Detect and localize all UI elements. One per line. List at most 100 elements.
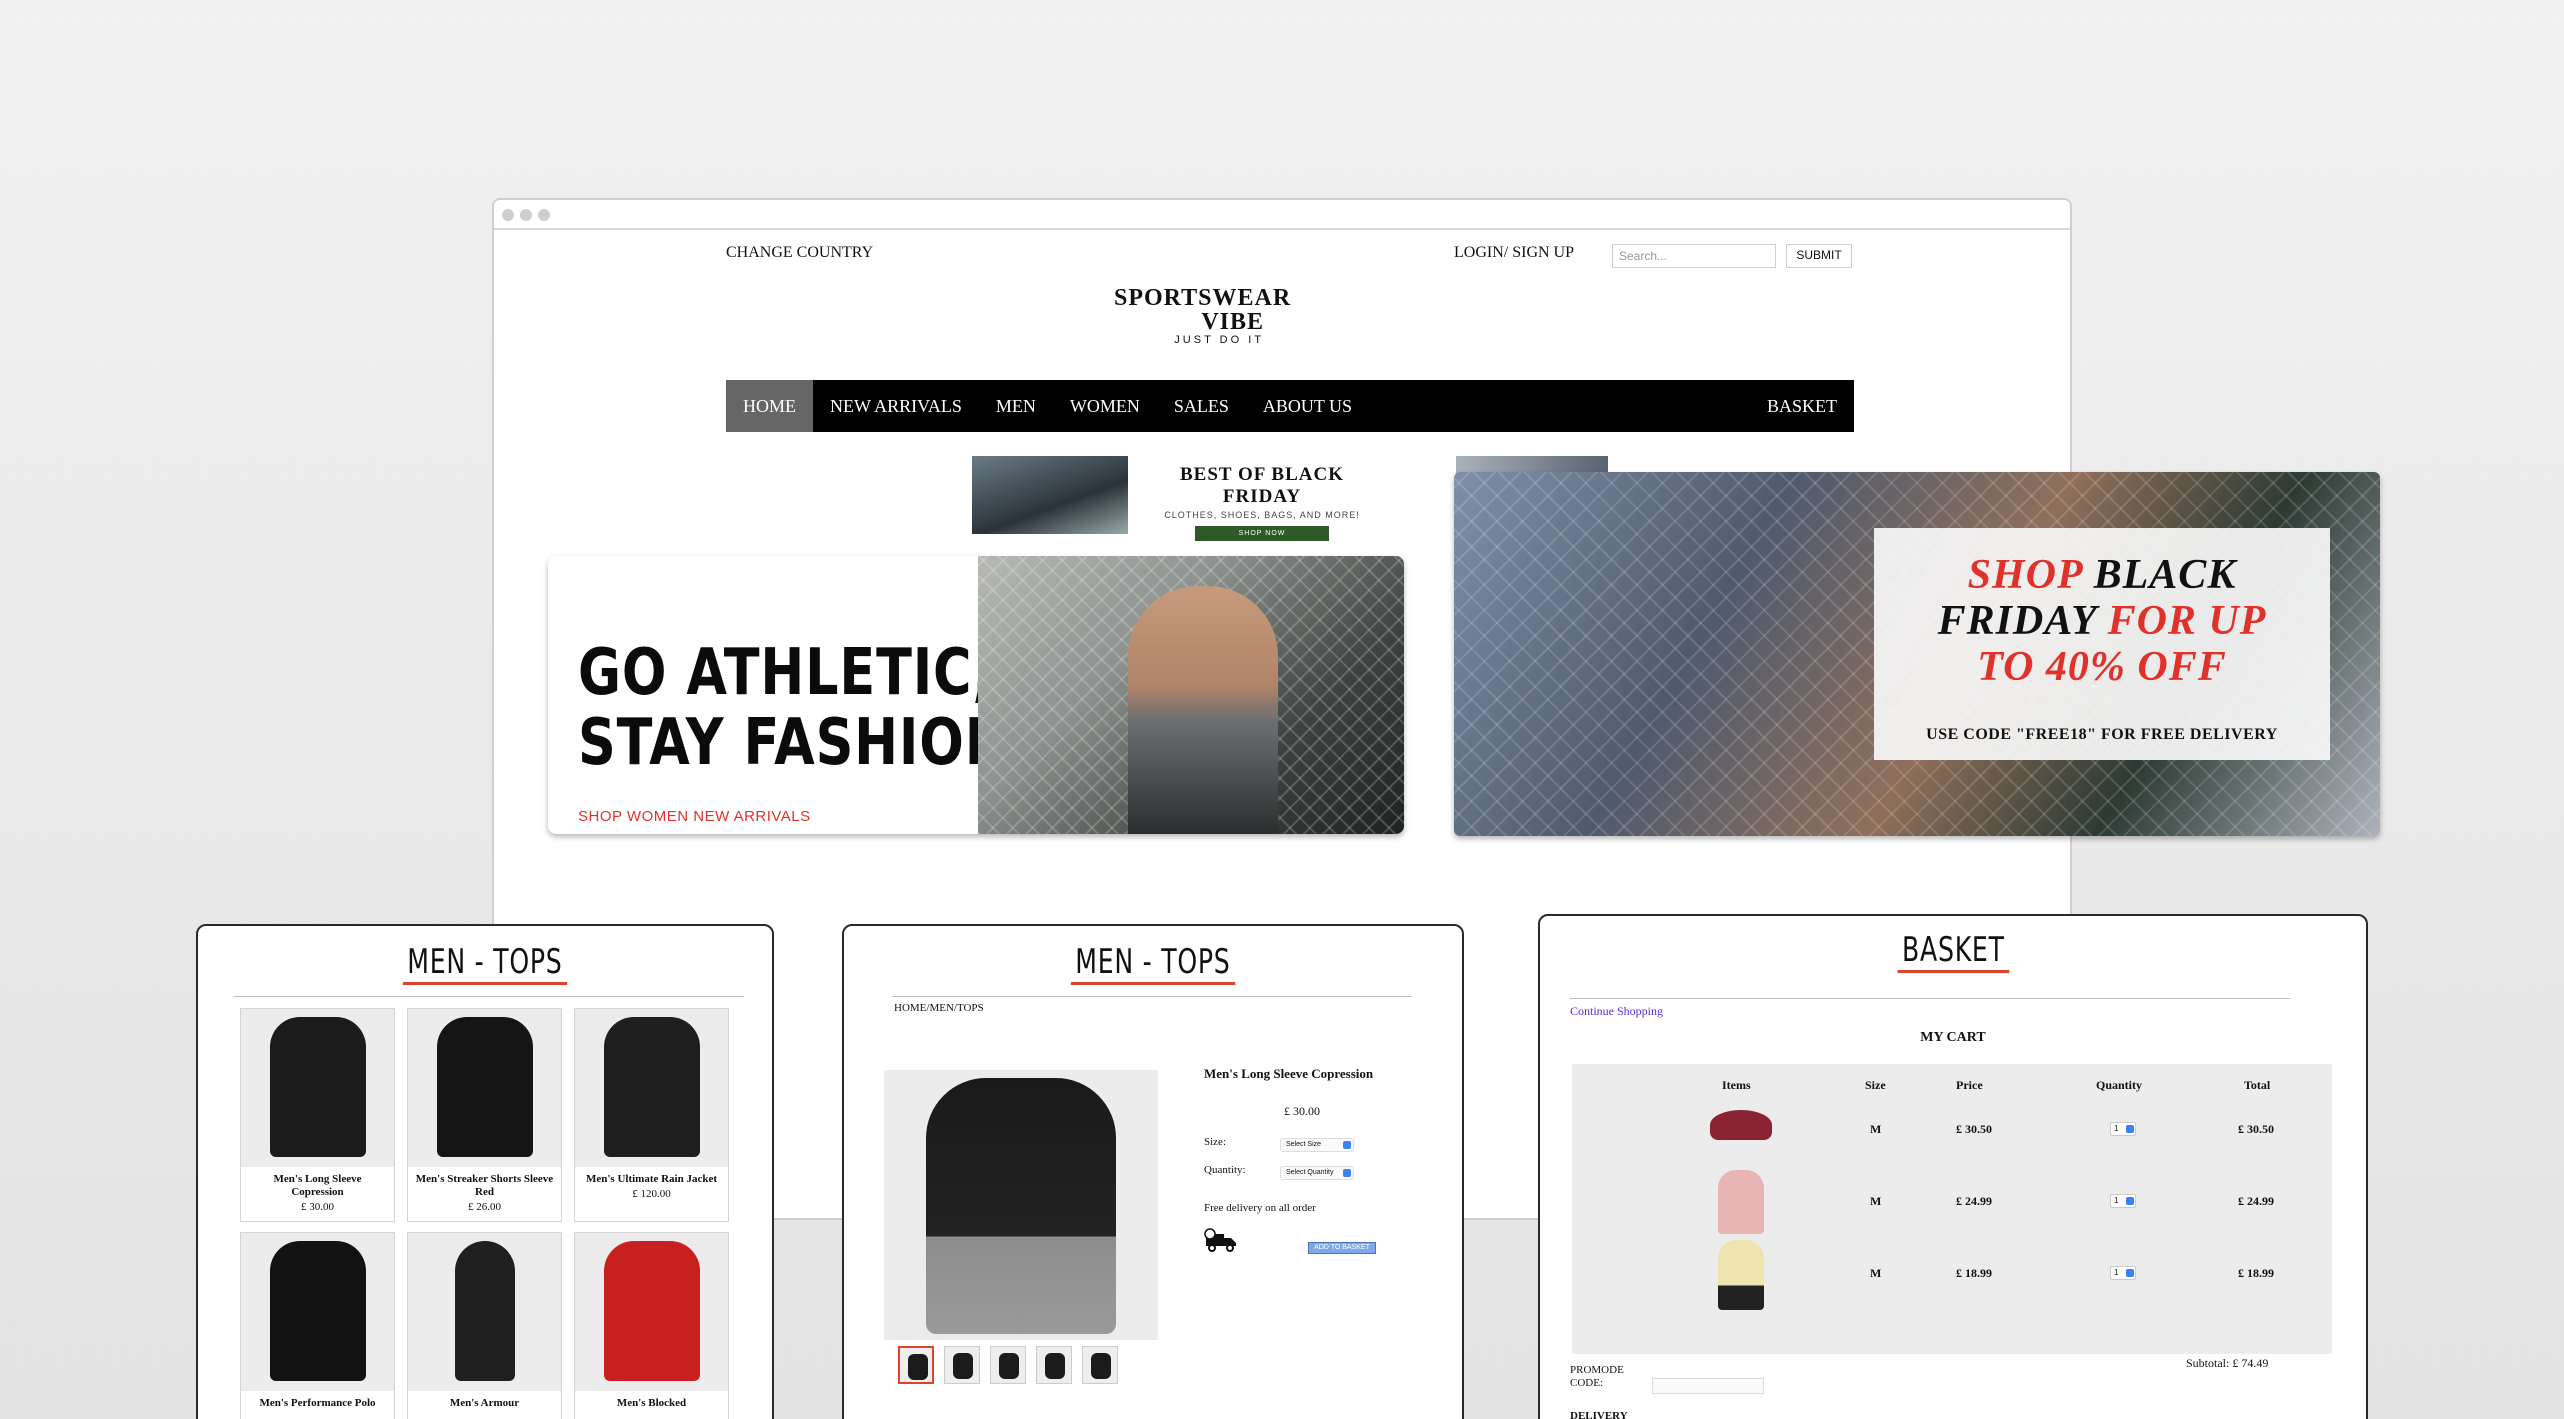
product-price: £ 30.00 (1284, 1104, 1320, 1118)
product-card[interactable]: Men's Performance Polo (240, 1232, 395, 1419)
shop-now-button[interactable]: SHOP NOW (1194, 526, 1330, 541)
athletic-headline-line2: STAY FASHION (578, 706, 1010, 780)
thumbnail[interactable] (1082, 1346, 1118, 1384)
thumbnail[interactable] (1036, 1346, 1072, 1384)
add-to-basket-button[interactable]: ADD TO BASKET (1308, 1242, 1376, 1254)
nav-home[interactable]: HOME (726, 380, 813, 432)
headline-word: FOR UP (2107, 598, 2267, 644)
sweater-icon (1718, 1240, 1764, 1310)
quantity-stepper[interactable]: 1 (2110, 1194, 2136, 1208)
product-price: £ 26.00 (468, 1201, 501, 1213)
nav-men[interactable]: MEN (979, 380, 1053, 432)
breadcrumb[interactable]: HOME/MEN/TOPS (894, 1002, 984, 1014)
continue-shopping-link[interactable]: Continue Shopping (1570, 1004, 1663, 1019)
quantity-select[interactable]: Select Quantity (1280, 1166, 1354, 1180)
row-total: £ 24.99 (2238, 1194, 2274, 1208)
submit-button[interactable]: SUBMIT (1786, 244, 1852, 268)
product-grid: Men's Long Sleeve Copression £ 30.00 Men… (240, 1008, 730, 1419)
search-input[interactable]: Search... (1612, 244, 1776, 268)
row-size: M (1870, 1194, 1882, 1208)
logo-tagline: JUST DO IT (1174, 334, 1264, 346)
window-minimize-dot[interactable] (520, 209, 532, 221)
shirt-icon (436, 1017, 533, 1157)
product-image (408, 1009, 561, 1167)
thumbnail-strip (898, 1346, 1118, 1384)
headline-word: FRIDAY (1937, 598, 2097, 644)
product-image (408, 1233, 561, 1391)
jacket-icon (603, 1241, 700, 1381)
chevron-down-icon (2126, 1269, 2134, 1277)
product-card[interactable]: Men's Ultimate Rain Jacket £ 120.00 (574, 1008, 729, 1222)
chevron-down-icon (2126, 1197, 2134, 1205)
nav-new-arrivals[interactable]: NEW ARRIVALS (813, 380, 979, 432)
thumbnail[interactable] (898, 1346, 934, 1384)
window-close-dot[interactable] (502, 209, 514, 221)
site-logo[interactable]: SPORTSWEAR VIBE JUST DO IT (1114, 285, 1292, 346)
black-friday-small-banner: BEST OF BLACK FRIDAY CLOTHES, SHOES, BAG… (1144, 464, 1380, 541)
quantity-select-value: Select Quantity (1286, 1169, 1334, 1176)
top-icon (1718, 1170, 1764, 1234)
athletic-headline-line1: GO ATHLETIC, (578, 636, 994, 710)
product-name: Men's Performance Polo (259, 1397, 376, 1409)
nav-about-us[interactable]: ABOUT US (1246, 380, 1369, 432)
basket-title-text: BASKET (1897, 930, 2009, 973)
promo-code-input[interactable] (1652, 1378, 1764, 1394)
divider (892, 996, 1412, 997)
small-banner-subtitle: CLOTHES, SHOES, BAGS, AND MORE! (1164, 510, 1360, 520)
product-card[interactable]: Men's Blocked (574, 1232, 729, 1419)
product-image (241, 1233, 394, 1391)
qty-value: 1 (2114, 1196, 2119, 1205)
quantity-stepper[interactable]: 1 (2110, 1122, 2136, 1136)
promo-label-line2: CODE: (1570, 1377, 1603, 1389)
product-image (575, 1009, 728, 1167)
delivery-truck-icon (1204, 1228, 1236, 1252)
black-friday-thumbnail-image[interactable] (972, 456, 1128, 534)
thumbnail[interactable] (944, 1346, 980, 1384)
row-price: £ 24.99 (1956, 1194, 1992, 1208)
promo-label-line1: PROMODE (1570, 1364, 1624, 1376)
size-select-value: Select Size (1286, 1141, 1322, 1148)
product-name: Men's Blocked (616, 1397, 687, 1409)
row-price: £ 30.50 (1956, 1122, 1992, 1136)
black-friday-banner[interactable]: SHOP BLACK FRIDAY FOR UP TO 40% OFF USE … (1454, 472, 2380, 836)
col-total: Total (2244, 1078, 2271, 1092)
nav-basket[interactable]: BASKET (1750, 380, 1854, 432)
size-label: Size: (1204, 1136, 1226, 1148)
product-name: Men's Long Sleeve Copression (1204, 1066, 1374, 1081)
shop-women-link[interactable]: SHOP WOMEN NEW ARRIVALS (578, 808, 811, 825)
free-delivery-text: Free delivery on all order (1204, 1202, 1316, 1214)
product-detail-panel: MEN - TOPS HOME/MEN/TOPS Men's Long Slee… (842, 924, 1464, 1419)
thumbnail[interactable] (990, 1346, 1026, 1384)
subtotal: Subtotal: £ 74.49 (2186, 1356, 2269, 1370)
qty-value: 1 (2114, 1268, 2119, 1277)
product-card[interactable]: Men's Armour (407, 1232, 562, 1419)
headline-word: TO 40% OFF (1977, 644, 2227, 690)
login-signup-link[interactable]: LOGIN/ SIGN UP (1454, 244, 1574, 262)
logo-line1: SPORTSWEAR (1114, 285, 1292, 311)
product-card[interactable]: Men's Streaker Shorts Sleeve Red £ 26.00 (407, 1008, 562, 1222)
product-panel-title: MEN - TOPS (844, 942, 1462, 985)
jacket-icon (603, 1017, 700, 1157)
size-select[interactable]: Select Size (1280, 1138, 1354, 1152)
nav-sales[interactable]: SALES (1157, 380, 1246, 432)
black-friday-headline: SHOP BLACK FRIDAY FOR UP TO 40% OFF (1874, 552, 2330, 690)
window-maximize-dot[interactable] (538, 209, 550, 221)
product-name: Men's Streaker Shorts Sleeve Red (415, 1173, 554, 1198)
col-price: Price (1956, 1078, 1983, 1092)
change-country-link[interactable]: CHANGE COUNTRY (726, 244, 873, 262)
window-titlebar (494, 200, 2070, 230)
athlete-figure (1128, 586, 1278, 834)
chevron-down-icon (1343, 1141, 1351, 1149)
quantity-stepper[interactable]: 1 (2110, 1266, 2136, 1280)
row-size: M (1870, 1266, 1882, 1280)
basket-panel: BASKET Continue Shopping MY CART Items S… (1538, 914, 2368, 1419)
nav-women[interactable]: WOMEN (1053, 380, 1157, 432)
listing-title: MEN - TOPS (198, 942, 772, 985)
athletic-banner[interactable]: GO ATHLETIC, STAY FASHION SHOP WOMEN NEW… (548, 556, 1404, 834)
listing-panel: MEN - TOPS Men's Long Sleeve Copression … (196, 924, 774, 1419)
col-items: Items (1722, 1078, 1751, 1092)
my-cart-heading: MY CART (1920, 1030, 1986, 1045)
product-card[interactable]: Men's Long Sleeve Copression £ 30.00 (240, 1008, 395, 1222)
row-total: £ 30.50 (2238, 1122, 2274, 1136)
cart-table: Items Size Price Quantity Total M £ 30.5… (1572, 1064, 2332, 1354)
